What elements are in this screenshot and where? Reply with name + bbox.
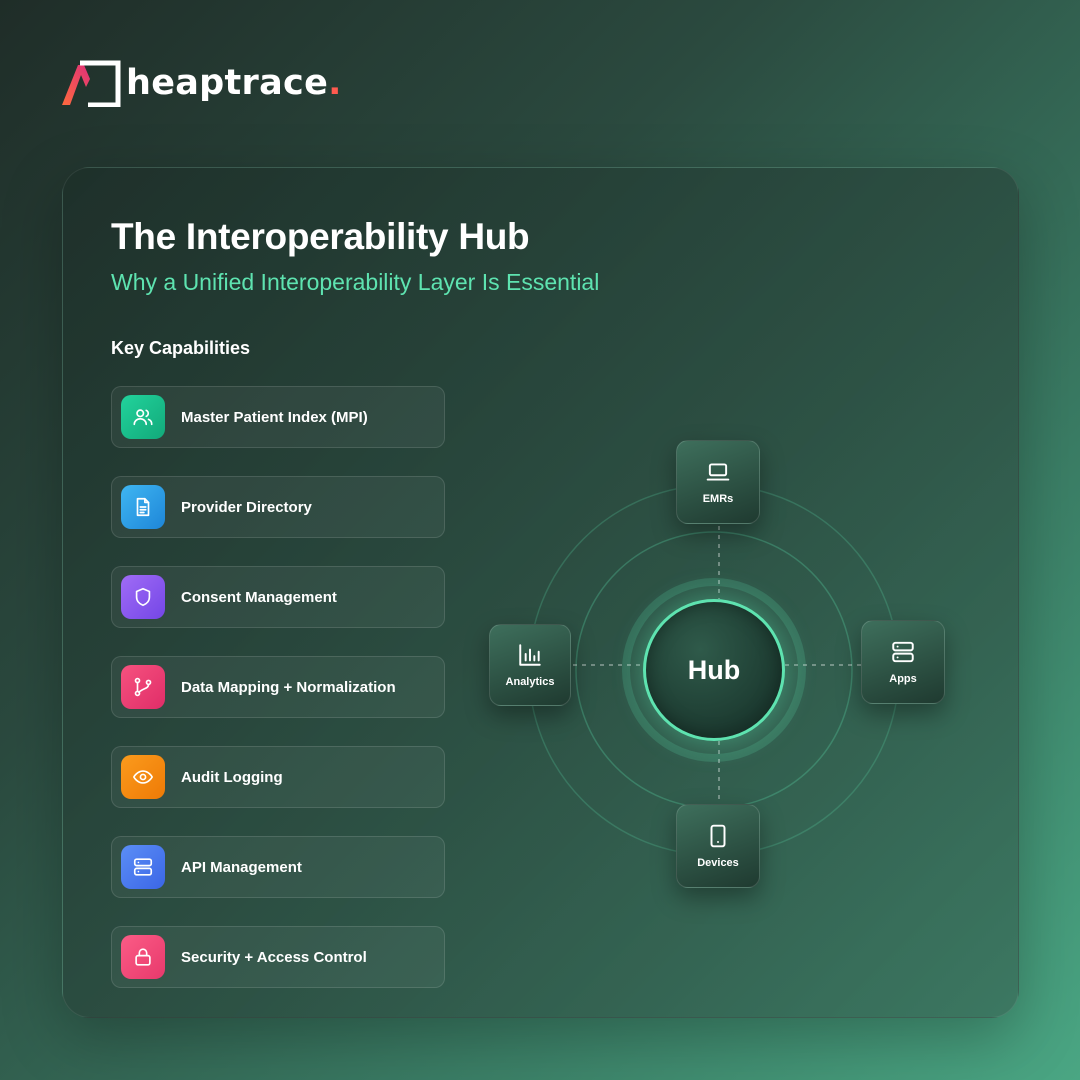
node-label: Devices — [697, 857, 739, 869]
node-label: Analytics — [505, 676, 555, 688]
tablet-icon — [710, 824, 726, 848]
hub-diagram: Hub EMRs Apps Devices Analytics — [63, 168, 1020, 1019]
hub-label: Hub — [687, 654, 741, 685]
node-apps: Apps — [861, 620, 945, 704]
server-icon — [892, 641, 914, 663]
node-emrs: EMRs — [676, 440, 760, 524]
node-label: Apps — [889, 673, 917, 685]
node-devices: Devices — [676, 804, 760, 888]
info-card: The Interoperability Hub Why a Unified I… — [62, 167, 1019, 1018]
heaptrace-mark-icon — [62, 60, 121, 107]
hub-center: Hub — [643, 599, 785, 741]
laptop-icon — [706, 463, 730, 481]
node-analytics: Analytics — [489, 624, 571, 706]
bar-chart-icon — [519, 644, 541, 666]
hub-rings — [528, 484, 900, 856]
brand-logo: heaptrace. — [60, 58, 342, 108]
brand-wordmark: heaptrace. — [126, 62, 342, 103]
node-label: EMRs — [702, 493, 734, 505]
